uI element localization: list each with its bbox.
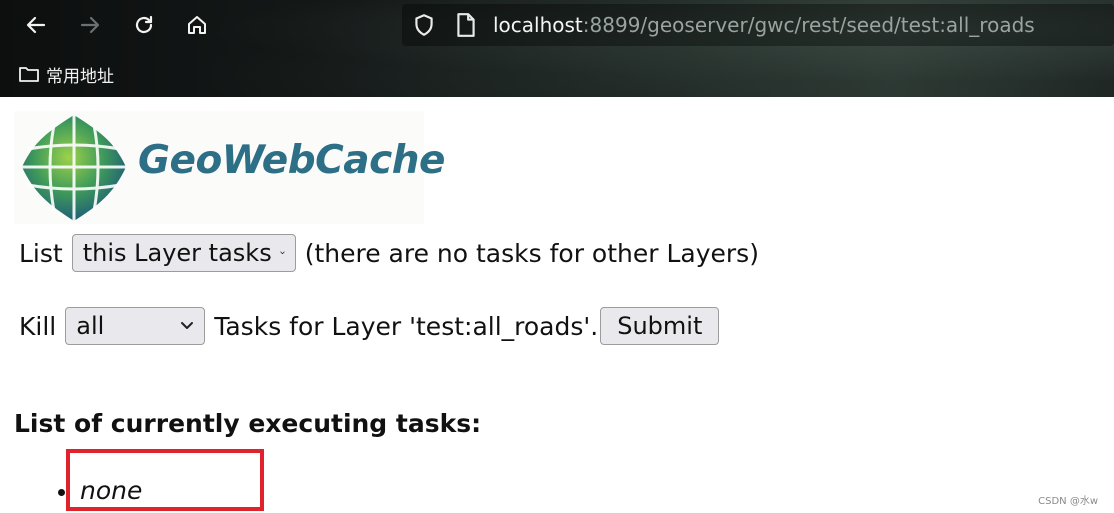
list-label: List <box>19 238 63 268</box>
home-icon <box>188 16 206 34</box>
url-text[interactable]: localhost:8899/geoserver/gwc/rest/seed/t… <box>493 11 1035 39</box>
reload-icon <box>135 15 153 34</box>
folder-icon <box>19 67 39 82</box>
kill-tasks-row: Kill all Tasks for Layer 'test:all_roads… <box>19 306 720 346</box>
list-tasks-row: List this Layer tasks (there are no task… <box>19 233 759 273</box>
highlight-box <box>66 449 264 511</box>
globe-logo-icon <box>22 115 126 221</box>
list-tasks-select[interactable]: this Layer tasks <box>71 234 296 272</box>
submit-button[interactable]: Submit <box>600 307 720 345</box>
back-button[interactable] <box>19 8 53 42</box>
url-path: :8899/geoserver/gwc/rest/seed/test:all_r… <box>582 13 1035 37</box>
chevron-down-icon <box>181 322 194 329</box>
logo-wordmark: GeoWebCache <box>138 138 445 183</box>
reload-button[interactable] <box>127 8 161 42</box>
list-note: (there are no tasks for other Layers) <box>304 238 759 268</box>
url-host: localhost <box>493 13 583 37</box>
list-bullet <box>58 489 65 496</box>
kill-tasks-select[interactable]: all <box>65 307 206 345</box>
page-icon[interactable] <box>455 12 477 38</box>
chevron-down-icon <box>280 251 285 255</box>
browser-toolbar: localhost:8899/geoserver/gwc/rest/seed/t… <box>0 0 1114 97</box>
forward-button[interactable] <box>73 8 107 42</box>
forward-arrow-icon <box>80 16 100 34</box>
kill-description: Tasks for Layer 'test:all_roads'. <box>214 311 599 341</box>
list-select-value: this Layer tasks <box>82 239 272 267</box>
back-arrow-icon <box>26 16 46 34</box>
bookmark-folder[interactable]: 常用地址 <box>18 62 114 87</box>
shield-icon[interactable] <box>411 12 437 38</box>
bookmark-folder-label: 常用地址 <box>46 66 114 87</box>
executing-tasks-heading: List of currently executing tasks: <box>14 409 482 438</box>
kill-label: Kill <box>19 311 57 341</box>
kill-select-value: all <box>76 312 105 340</box>
home-button[interactable] <box>180 8 214 42</box>
watermark: CSDN @水w <box>1038 496 1098 507</box>
